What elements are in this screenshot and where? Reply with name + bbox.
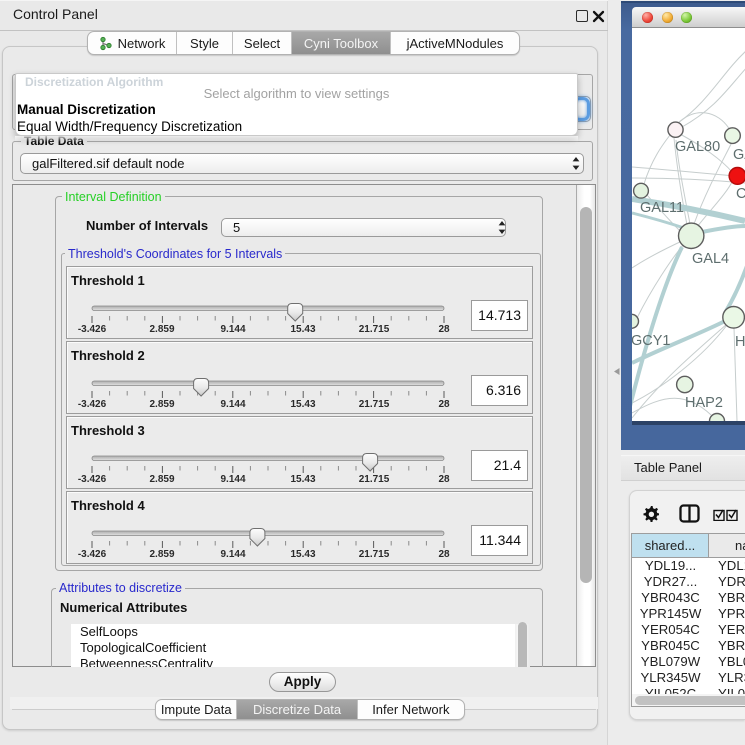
svg-text:GAL11: GAL11	[640, 200, 684, 216]
svg-text:GAL80: GAL80	[675, 139, 720, 155]
svg-text:H: H	[735, 334, 745, 350]
svg-text:HAP2: HAP2	[685, 395, 723, 411]
svg-text:C: C	[736, 186, 745, 202]
svg-text:GCY1: GCY1	[632, 333, 671, 349]
svg-text:GAL4: GAL4	[692, 251, 729, 267]
svg-text:GA: GA	[733, 147, 745, 163]
